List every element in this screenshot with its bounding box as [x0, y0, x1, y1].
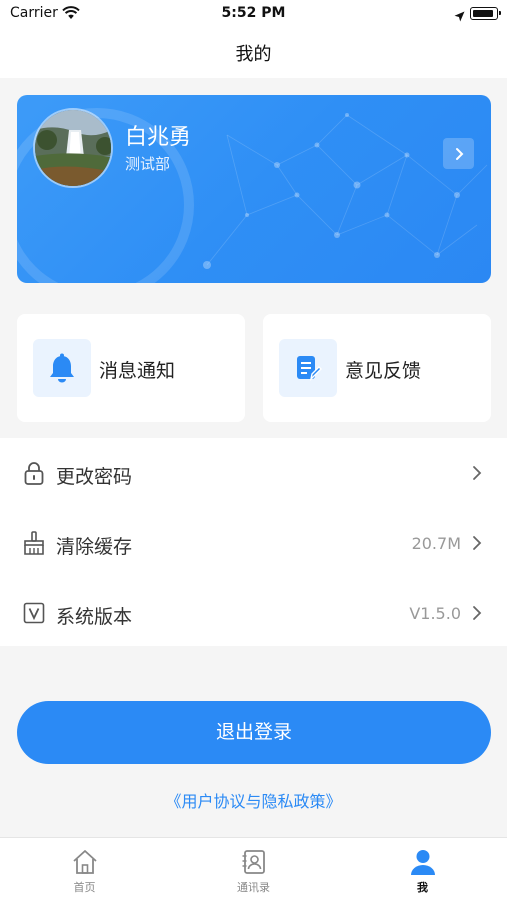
profile-detail-button[interactable] [443, 138, 474, 169]
tab-label: 首页 [73, 881, 96, 894]
bell-icon [33, 339, 91, 397]
nav-bar: 我的 [0, 28, 507, 78]
chevron-right-icon [455, 147, 463, 160]
tab-contacts[interactable]: 通讯录 [169, 838, 338, 900]
person-icon [411, 850, 435, 875]
tab-label: 通讯录 [237, 881, 270, 894]
version-icon [23, 602, 45, 624]
profile-card[interactable]: 白兆勇 测试部 [17, 95, 491, 283]
chevron-right-icon [473, 606, 482, 620]
menu-item-label: 更改密码 [56, 466, 133, 488]
tab-bar: 首页 通讯录 我 [0, 837, 507, 900]
menu-item-clear-cache[interactable]: 清除缓存 20.7M [0, 508, 507, 578]
logout-button[interactable]: 退出登录 [17, 701, 491, 764]
notifications-card[interactable]: 消息通知 [17, 314, 245, 422]
tab-me[interactable]: 我 [338, 838, 507, 900]
menu-item-label: 系统版本 [56, 606, 133, 628]
contacts-icon [242, 850, 265, 874]
tab-home[interactable]: 首页 [0, 838, 169, 900]
feedback-edit-icon [279, 339, 337, 397]
feedback-card[interactable]: 意见反馈 [263, 314, 491, 422]
feedback-label: 意见反馈 [345, 360, 422, 382]
page-title: 我的 [235, 44, 272, 65]
user-agreement-privacy-link[interactable]: 《用户协议与隐私政策》 [0, 788, 507, 812]
menu-item-change-password[interactable]: 更改密码 [0, 438, 507, 508]
menu-item-system-version[interactable]: 系统版本 V1.5.0 [0, 578, 507, 648]
home-icon [73, 850, 97, 874]
profile-department: 测试部 [125, 155, 171, 173]
notifications-label: 消息通知 [99, 360, 176, 382]
broom-icon [24, 531, 44, 555]
chevron-right-icon [473, 466, 482, 480]
cache-size-value: 20.7M [411, 534, 461, 553]
menu-item-label: 清除缓存 [56, 536, 133, 558]
lock-icon [24, 462, 44, 485]
status-bar: Carrier 5:52 PM [0, 0, 507, 28]
chevron-right-icon [473, 536, 482, 550]
avatar[interactable] [33, 108, 113, 188]
settings-menu: 更改密码 清除缓存 20.7M 系统版本 V1.5.0 [0, 438, 507, 646]
clock: 5:52 PM [221, 5, 286, 21]
location-arrow-icon [454, 7, 465, 26]
profile-name: 白兆勇 [125, 125, 192, 150]
version-value: V1.5.0 [409, 604, 461, 623]
tab-label: 我 [417, 881, 428, 894]
battery-icon [470, 7, 501, 20]
